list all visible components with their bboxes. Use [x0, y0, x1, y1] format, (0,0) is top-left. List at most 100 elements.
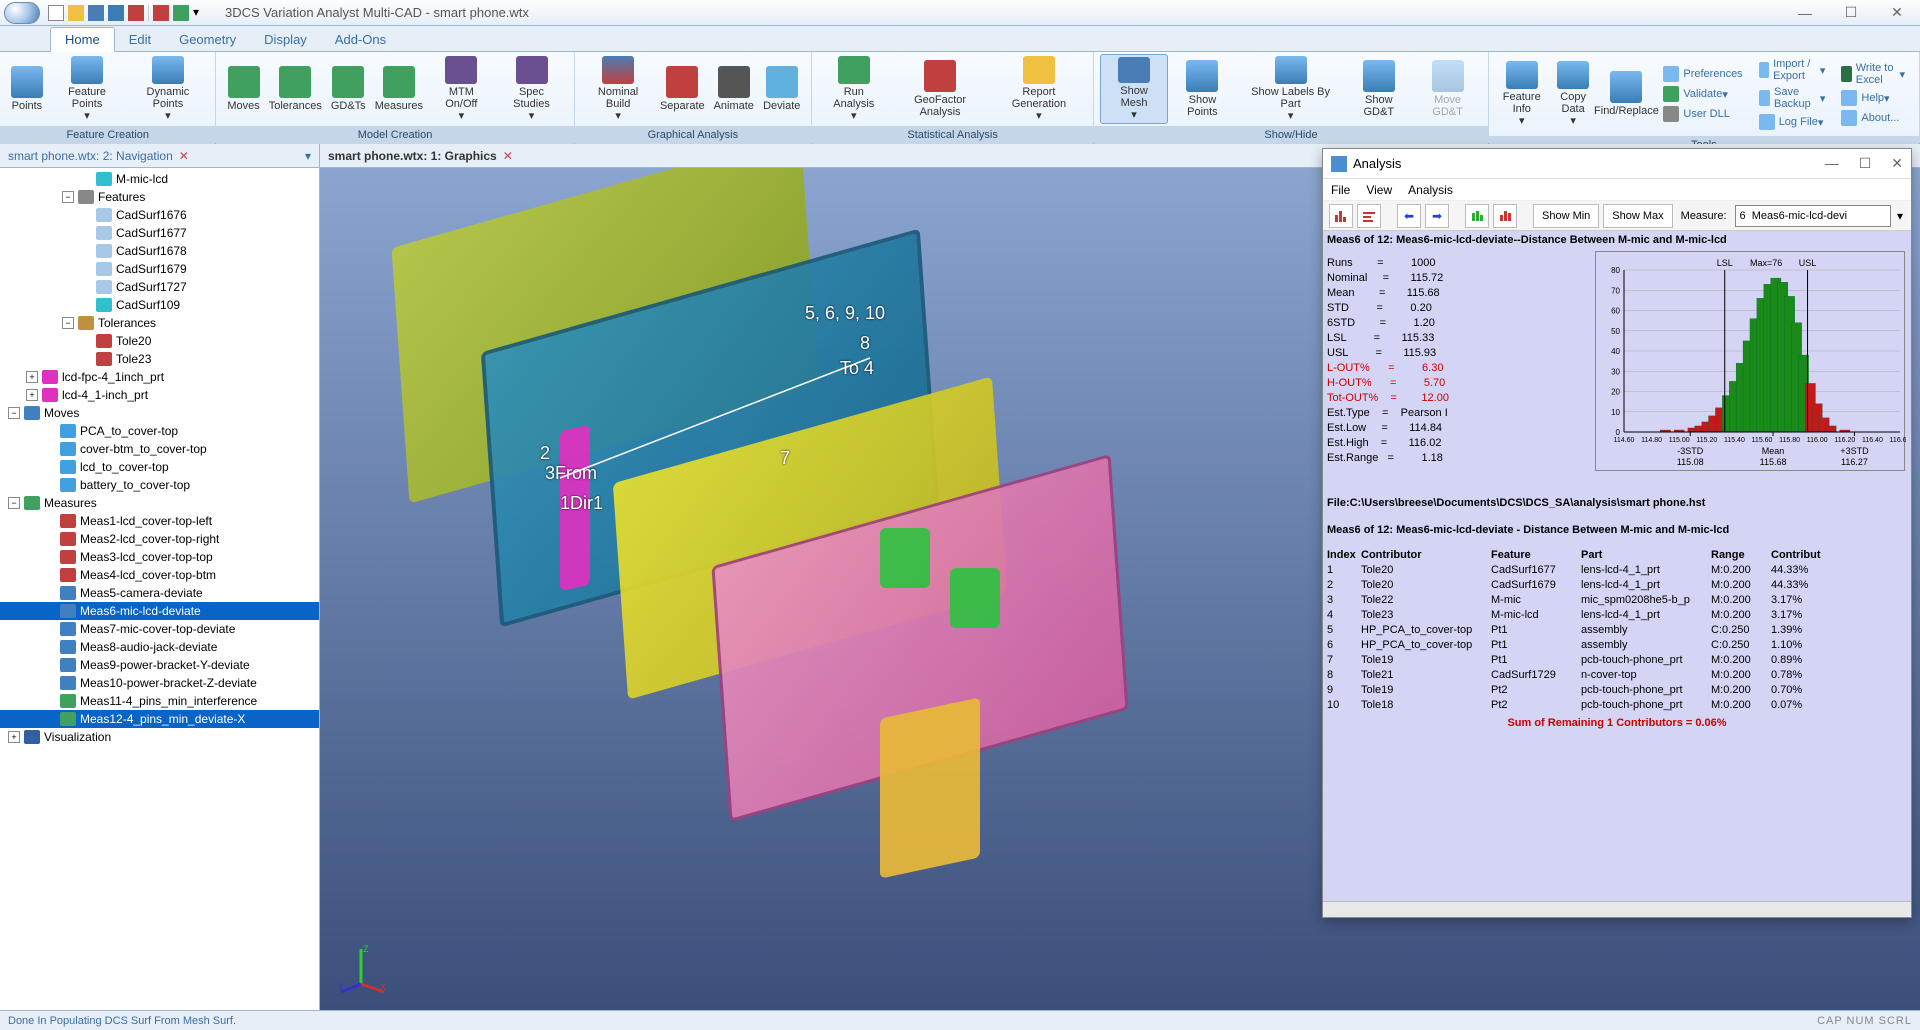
- window-maximize-button[interactable]: ☐: [1828, 0, 1874, 26]
- copy-data-button[interactable]: Copy Data▾: [1549, 59, 1598, 129]
- tab-addons[interactable]: Add-Ons: [321, 28, 400, 51]
- qat-tree-icon[interactable]: [153, 5, 169, 21]
- analysis-menu-file[interactable]: File: [1331, 183, 1350, 197]
- feature-points-button[interactable]: Feature Points▾: [48, 54, 127, 124]
- save-backup-button[interactable]: Save Backup ▾: [1755, 84, 1830, 112]
- mtm-button[interactable]: MTM On/Off▾: [427, 54, 495, 124]
- qat-save-icon[interactable]: [88, 5, 104, 21]
- prev-chart-button[interactable]: [1465, 204, 1489, 228]
- analysis-menu-analysis[interactable]: Analysis: [1408, 183, 1453, 197]
- tree-item[interactable]: −Tolerances: [0, 314, 319, 332]
- expand-toggle-icon[interactable]: −: [8, 497, 20, 509]
- tree-item[interactable]: −Measures: [0, 494, 319, 512]
- qat-dropdown-icon[interactable]: ▾: [193, 5, 203, 21]
- tab-geometry[interactable]: Geometry: [165, 28, 250, 51]
- qat-new-icon[interactable]: [48, 5, 64, 21]
- expand-toggle-icon[interactable]: +: [8, 731, 20, 743]
- expand-toggle-icon[interactable]: −: [62, 317, 74, 329]
- write-to-excel-button[interactable]: Write to Excel ▾: [1837, 60, 1909, 88]
- moves-button[interactable]: Moves: [222, 54, 264, 124]
- qat-chart-icon[interactable]: [173, 5, 189, 21]
- tree-item[interactable]: CadSurf1676: [0, 206, 319, 224]
- analysis-body[interactable]: Meas6 of 12: Meas6-mic-lcd-deviate--Dist…: [1323, 231, 1911, 901]
- nav-tab-dropdown-icon[interactable]: ▾: [305, 149, 311, 163]
- qat-cube-red-icon[interactable]: [128, 5, 144, 21]
- show-points-button[interactable]: Show Points: [1168, 54, 1237, 124]
- navigation-tab[interactable]: smart phone.wtx: 2: Navigation ✕ ▾: [0, 144, 319, 168]
- analysis-menu-view[interactable]: View: [1366, 183, 1392, 197]
- nominal-build-button[interactable]: Nominal Build▾: [581, 54, 656, 124]
- preferences-button[interactable]: Preferences: [1659, 64, 1746, 84]
- analysis-minimize-button[interactable]: —: [1825, 155, 1839, 172]
- tree-item[interactable]: −Moves: [0, 404, 319, 422]
- find-replace-button[interactable]: Find/Replace: [1598, 59, 1656, 129]
- tree-item[interactable]: battery_to_cover-top: [0, 476, 319, 494]
- next-measure-button[interactable]: ➡: [1425, 204, 1449, 228]
- tree-item[interactable]: +Visualization: [0, 728, 319, 746]
- tolerances-button[interactable]: Tolerances: [265, 54, 326, 124]
- tree-item[interactable]: Meas10-power-bracket-Z-deviate: [0, 674, 319, 692]
- user-dll-button[interactable]: User DLL: [1659, 104, 1746, 124]
- spec-studies-button[interactable]: Spec Studies▾: [495, 54, 567, 124]
- next-chart-button[interactable]: [1493, 204, 1517, 228]
- tree-item[interactable]: CadSurf109: [0, 296, 319, 314]
- measure-select-dropdown-icon[interactable]: ▾: [1895, 209, 1905, 223]
- tab-home[interactable]: Home: [50, 27, 115, 52]
- histogram-icon[interactable]: [1329, 204, 1353, 228]
- qat-open-icon[interactable]: [68, 5, 84, 21]
- deviate-button[interactable]: Deviate: [758, 54, 805, 124]
- run-analysis-button[interactable]: Run Analysis▾: [818, 54, 889, 124]
- tree-item[interactable]: Meas12-4_pins_min_deviate-X: [0, 710, 319, 728]
- tree-item[interactable]: M-mic-lcd: [0, 170, 319, 188]
- tree-item[interactable]: CadSurf1679: [0, 260, 319, 278]
- tree-item[interactable]: Meas3-lcd_cover-top-top: [0, 548, 319, 566]
- nav-tab-close-icon[interactable]: ✕: [179, 149, 189, 163]
- tree-item[interactable]: +lcd-fpc-4_1inch_prt: [0, 368, 319, 386]
- import-export-button[interactable]: Import / Export ▾: [1755, 56, 1830, 84]
- qat-cube-blue-icon[interactable]: [108, 5, 124, 21]
- show-mesh-button[interactable]: Show Mesh▾: [1100, 54, 1168, 124]
- feature-info-button[interactable]: Feature Info▾: [1495, 59, 1549, 129]
- points-button[interactable]: Points: [6, 54, 48, 124]
- expand-toggle-icon[interactable]: +: [26, 371, 38, 383]
- navigation-tree[interactable]: M-mic-lcd−FeaturesCadSurf1676CadSurf1677…: [0, 168, 319, 1010]
- graphics-tab-close-icon[interactable]: ✕: [503, 149, 513, 163]
- tree-item[interactable]: Meas2-lcd_cover-top-right: [0, 530, 319, 548]
- barchart-icon[interactable]: [1357, 204, 1381, 228]
- tree-item[interactable]: Meas9-power-bracket-Y-deviate: [0, 656, 319, 674]
- validate-button[interactable]: Validate ▾: [1659, 84, 1746, 104]
- tree-item[interactable]: CadSurf1727: [0, 278, 319, 296]
- show-gdt-button[interactable]: Show GD&T: [1344, 54, 1413, 124]
- tree-item[interactable]: cover-btm_to_cover-top: [0, 440, 319, 458]
- report-gen-button[interactable]: Report Generation▾: [991, 54, 1088, 124]
- animate-button[interactable]: Animate: [709, 54, 758, 124]
- tree-item[interactable]: CadSurf1677: [0, 224, 319, 242]
- window-minimize-button[interactable]: —: [1782, 0, 1828, 26]
- measure-select[interactable]: [1735, 205, 1891, 227]
- analysis-close-button[interactable]: ✕: [1891, 155, 1903, 172]
- tree-item[interactable]: Meas6-mic-lcd-deviate: [0, 602, 319, 620]
- tree-item[interactable]: PCA_to_cover-top: [0, 422, 319, 440]
- analysis-maximize-button[interactable]: ☐: [1859, 155, 1872, 172]
- about-button[interactable]: About...: [1837, 108, 1909, 128]
- tree-item[interactable]: Meas5-camera-deviate: [0, 584, 319, 602]
- expand-toggle-icon[interactable]: −: [62, 191, 74, 203]
- analysis-hscrollbar[interactable]: [1323, 901, 1911, 917]
- separate-button[interactable]: Separate: [656, 54, 709, 124]
- show-max-button[interactable]: Show Max: [1603, 204, 1672, 228]
- tab-display[interactable]: Display: [250, 28, 321, 51]
- expand-toggle-icon[interactable]: +: [26, 389, 38, 401]
- app-orb-button[interactable]: [4, 2, 40, 24]
- tree-item[interactable]: +lcd-4_1-inch_prt: [0, 386, 319, 404]
- tree-item[interactable]: Tole20: [0, 332, 319, 350]
- expand-toggle-icon[interactable]: −: [8, 407, 20, 419]
- tree-item[interactable]: Tole23: [0, 350, 319, 368]
- tree-item[interactable]: Meas8-audio-jack-deviate: [0, 638, 319, 656]
- tree-item[interactable]: Meas7-mic-cover-top-deviate: [0, 620, 319, 638]
- analysis-titlebar[interactable]: Analysis — ☐ ✕: [1323, 149, 1911, 179]
- gdts-button[interactable]: GD&Ts: [326, 54, 370, 124]
- show-min-button[interactable]: Show Min: [1533, 204, 1599, 228]
- geofactor-button[interactable]: GeoFactor Analysis: [890, 54, 991, 124]
- tree-item[interactable]: CadSurf1678: [0, 242, 319, 260]
- dynamic-points-button[interactable]: Dynamic Points▾: [126, 54, 209, 124]
